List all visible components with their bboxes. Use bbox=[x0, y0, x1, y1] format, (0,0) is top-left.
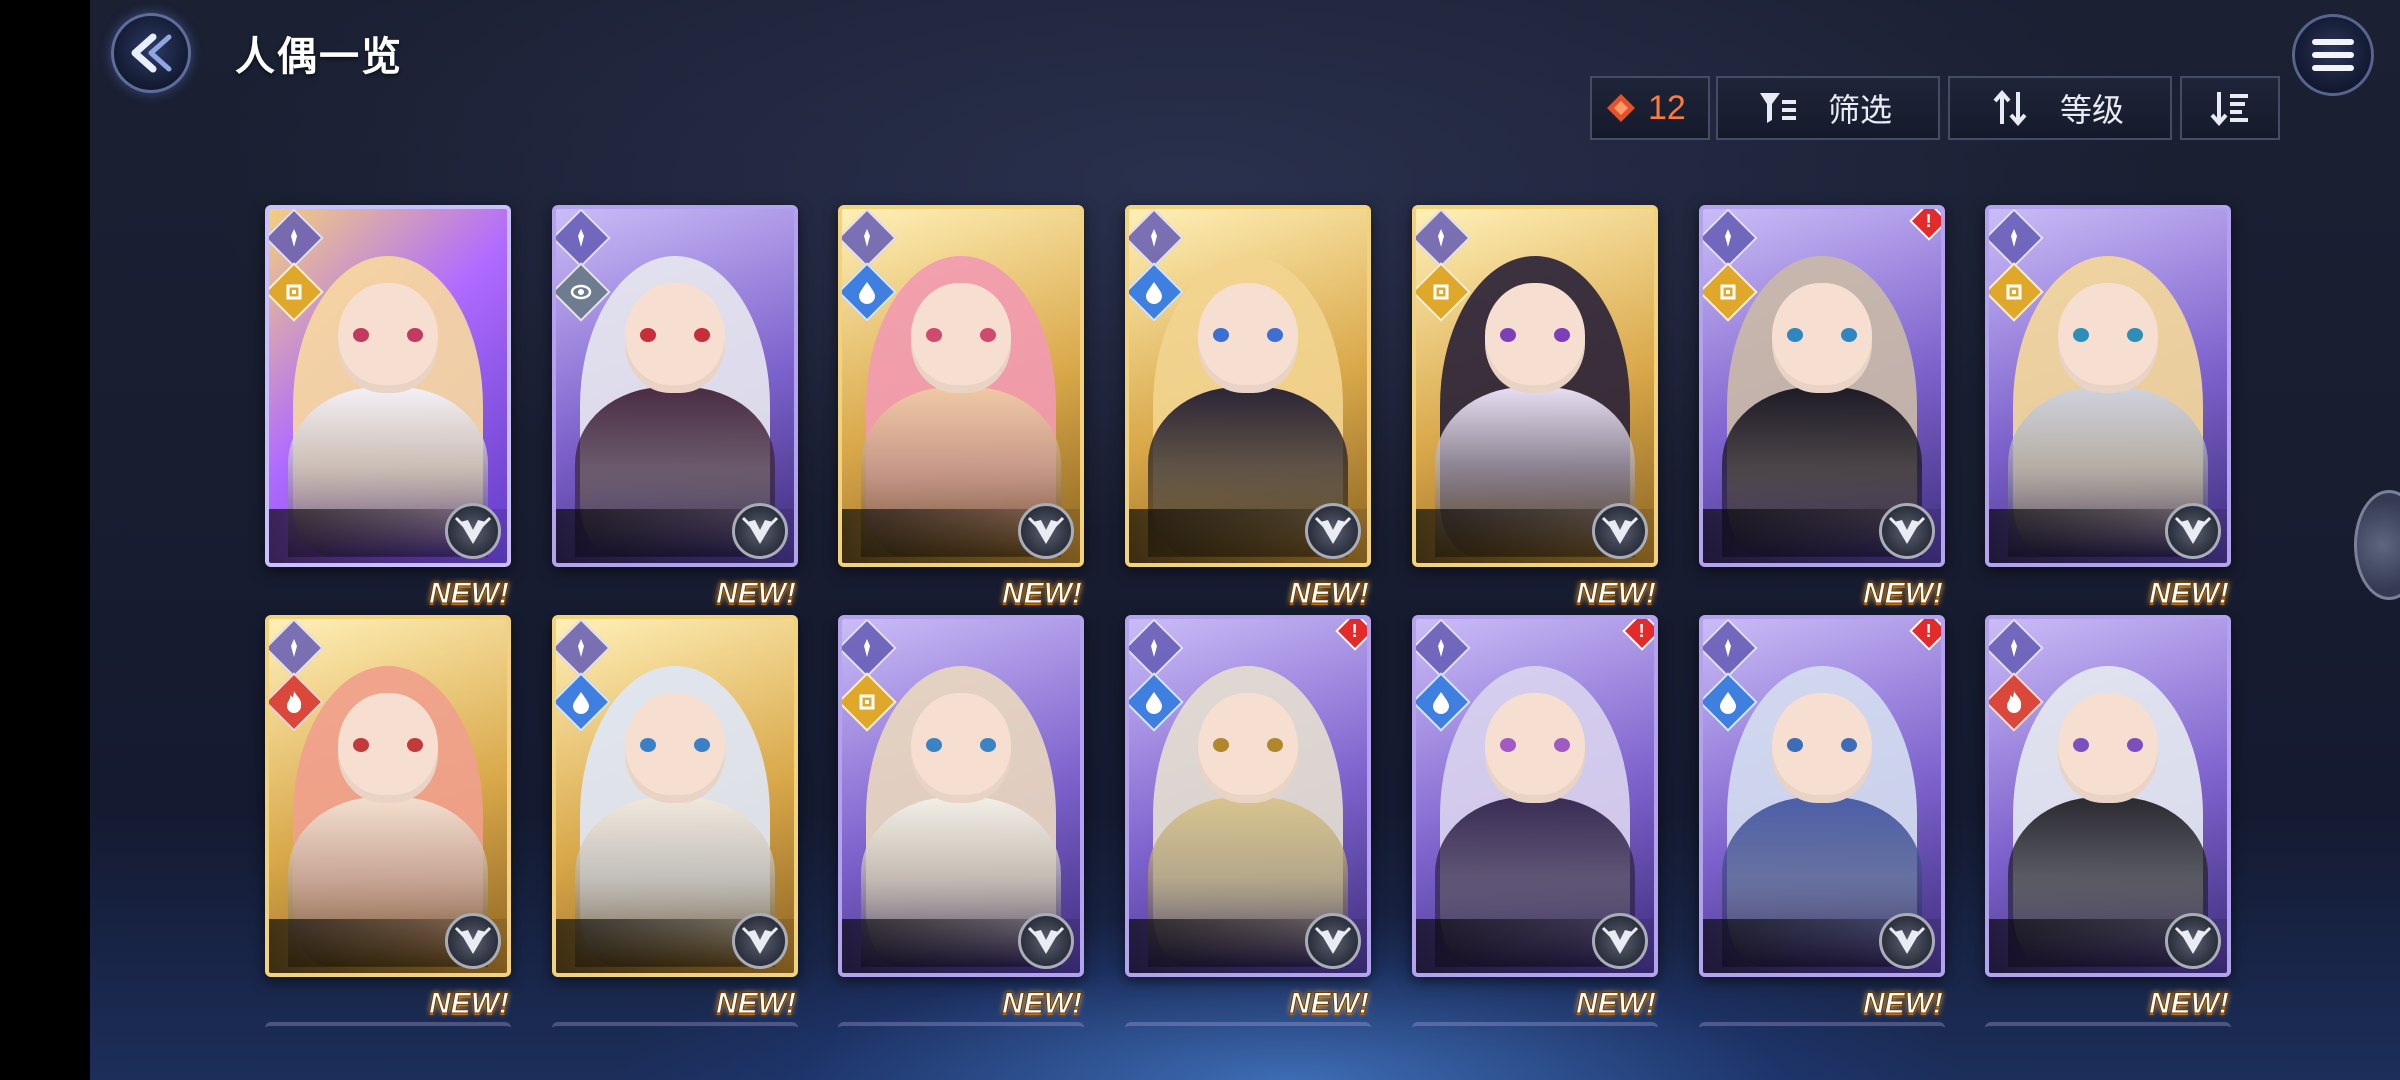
menu-button[interactable] bbox=[2292, 14, 2374, 96]
page-title: 人偶一览 bbox=[235, 35, 403, 79]
new-badge: NEW! bbox=[1576, 987, 1657, 1021]
sort-order-button[interactable] bbox=[2180, 76, 2280, 140]
new-badge: NEW! bbox=[1002, 987, 1083, 1021]
doll-card[interactable] bbox=[265, 615, 511, 977]
new-badge: NEW! bbox=[1289, 987, 1370, 1021]
doll-card[interactable] bbox=[1985, 205, 2231, 567]
filter-icon bbox=[1754, 84, 1802, 132]
doll-count: 12 bbox=[1590, 76, 1710, 140]
new-badge: NEW! bbox=[2149, 987, 2230, 1021]
doll-card[interactable]: ! bbox=[1699, 615, 1945, 977]
screen-edge bbox=[0, 0, 90, 1080]
doll-card[interactable] bbox=[552, 615, 798, 977]
new-badge: NEW! bbox=[429, 577, 510, 611]
doll-card-partial[interactable] bbox=[1125, 1022, 1371, 1044]
doll-card-partial[interactable] bbox=[265, 1022, 511, 1044]
emblem-icon bbox=[2165, 503, 2221, 559]
emblem-icon bbox=[445, 913, 501, 969]
doll-card-partial[interactable] bbox=[552, 1022, 798, 1044]
back-arrow-icon bbox=[111, 13, 191, 93]
new-badge: NEW! bbox=[1289, 577, 1370, 611]
new-badge: NEW! bbox=[716, 987, 797, 1021]
new-badge: NEW! bbox=[429, 987, 510, 1021]
filter-label: 筛选 bbox=[1828, 92, 1893, 128]
emblem-icon bbox=[1305, 503, 1361, 559]
emblem-icon bbox=[1879, 913, 1935, 969]
emblem-icon bbox=[1592, 913, 1648, 969]
back-button[interactable] bbox=[103, 12, 199, 94]
doll-card[interactable] bbox=[1985, 615, 2231, 977]
emblem-icon bbox=[1018, 913, 1074, 969]
doll-card[interactable] bbox=[1412, 205, 1658, 567]
sort-descending-icon bbox=[2210, 92, 2248, 126]
sort-arrows-icon bbox=[1986, 84, 2034, 132]
emblem-icon bbox=[1879, 503, 1935, 559]
new-badge: NEW! bbox=[2149, 577, 2230, 611]
doll-count-value: 12 bbox=[1648, 88, 1686, 127]
doll-card[interactable]: ! bbox=[1699, 205, 1945, 567]
sort-button[interactable]: 等级 bbox=[1948, 76, 2172, 140]
doll-card[interactable]: ! bbox=[1412, 615, 1658, 977]
new-badge: NEW! bbox=[1863, 577, 1944, 611]
doll-card-partial[interactable] bbox=[1699, 1022, 1945, 1044]
menu-icon bbox=[2312, 39, 2354, 71]
new-badge: NEW! bbox=[1863, 987, 1944, 1021]
new-badge: NEW! bbox=[1002, 577, 1083, 611]
filter-button[interactable]: 筛选 bbox=[1716, 76, 1940, 140]
doll-card[interactable] bbox=[838, 205, 1084, 567]
sort-label: 等级 bbox=[2060, 92, 2125, 128]
emblem-icon bbox=[732, 503, 788, 559]
doll-card[interactable] bbox=[552, 205, 798, 567]
doll-card[interactable] bbox=[838, 615, 1084, 977]
doll-card-partial[interactable] bbox=[838, 1022, 1084, 1044]
diamond-icon bbox=[1607, 94, 1635, 122]
emblem-icon bbox=[1305, 913, 1361, 969]
doll-card[interactable] bbox=[1125, 205, 1371, 567]
doll-card[interactable]: ! bbox=[1125, 615, 1371, 977]
emblem-icon bbox=[1592, 503, 1648, 559]
emblem-icon bbox=[2165, 913, 2221, 969]
new-badge: NEW! bbox=[1576, 577, 1657, 611]
emblem-icon bbox=[732, 913, 788, 969]
doll-card-partial[interactable] bbox=[1412, 1022, 1658, 1044]
doll-card[interactable] bbox=[265, 205, 511, 567]
emblem-icon bbox=[1018, 503, 1074, 559]
doll-card-partial[interactable] bbox=[1985, 1022, 2231, 1044]
emblem-icon bbox=[445, 503, 501, 559]
new-badge: NEW! bbox=[716, 577, 797, 611]
